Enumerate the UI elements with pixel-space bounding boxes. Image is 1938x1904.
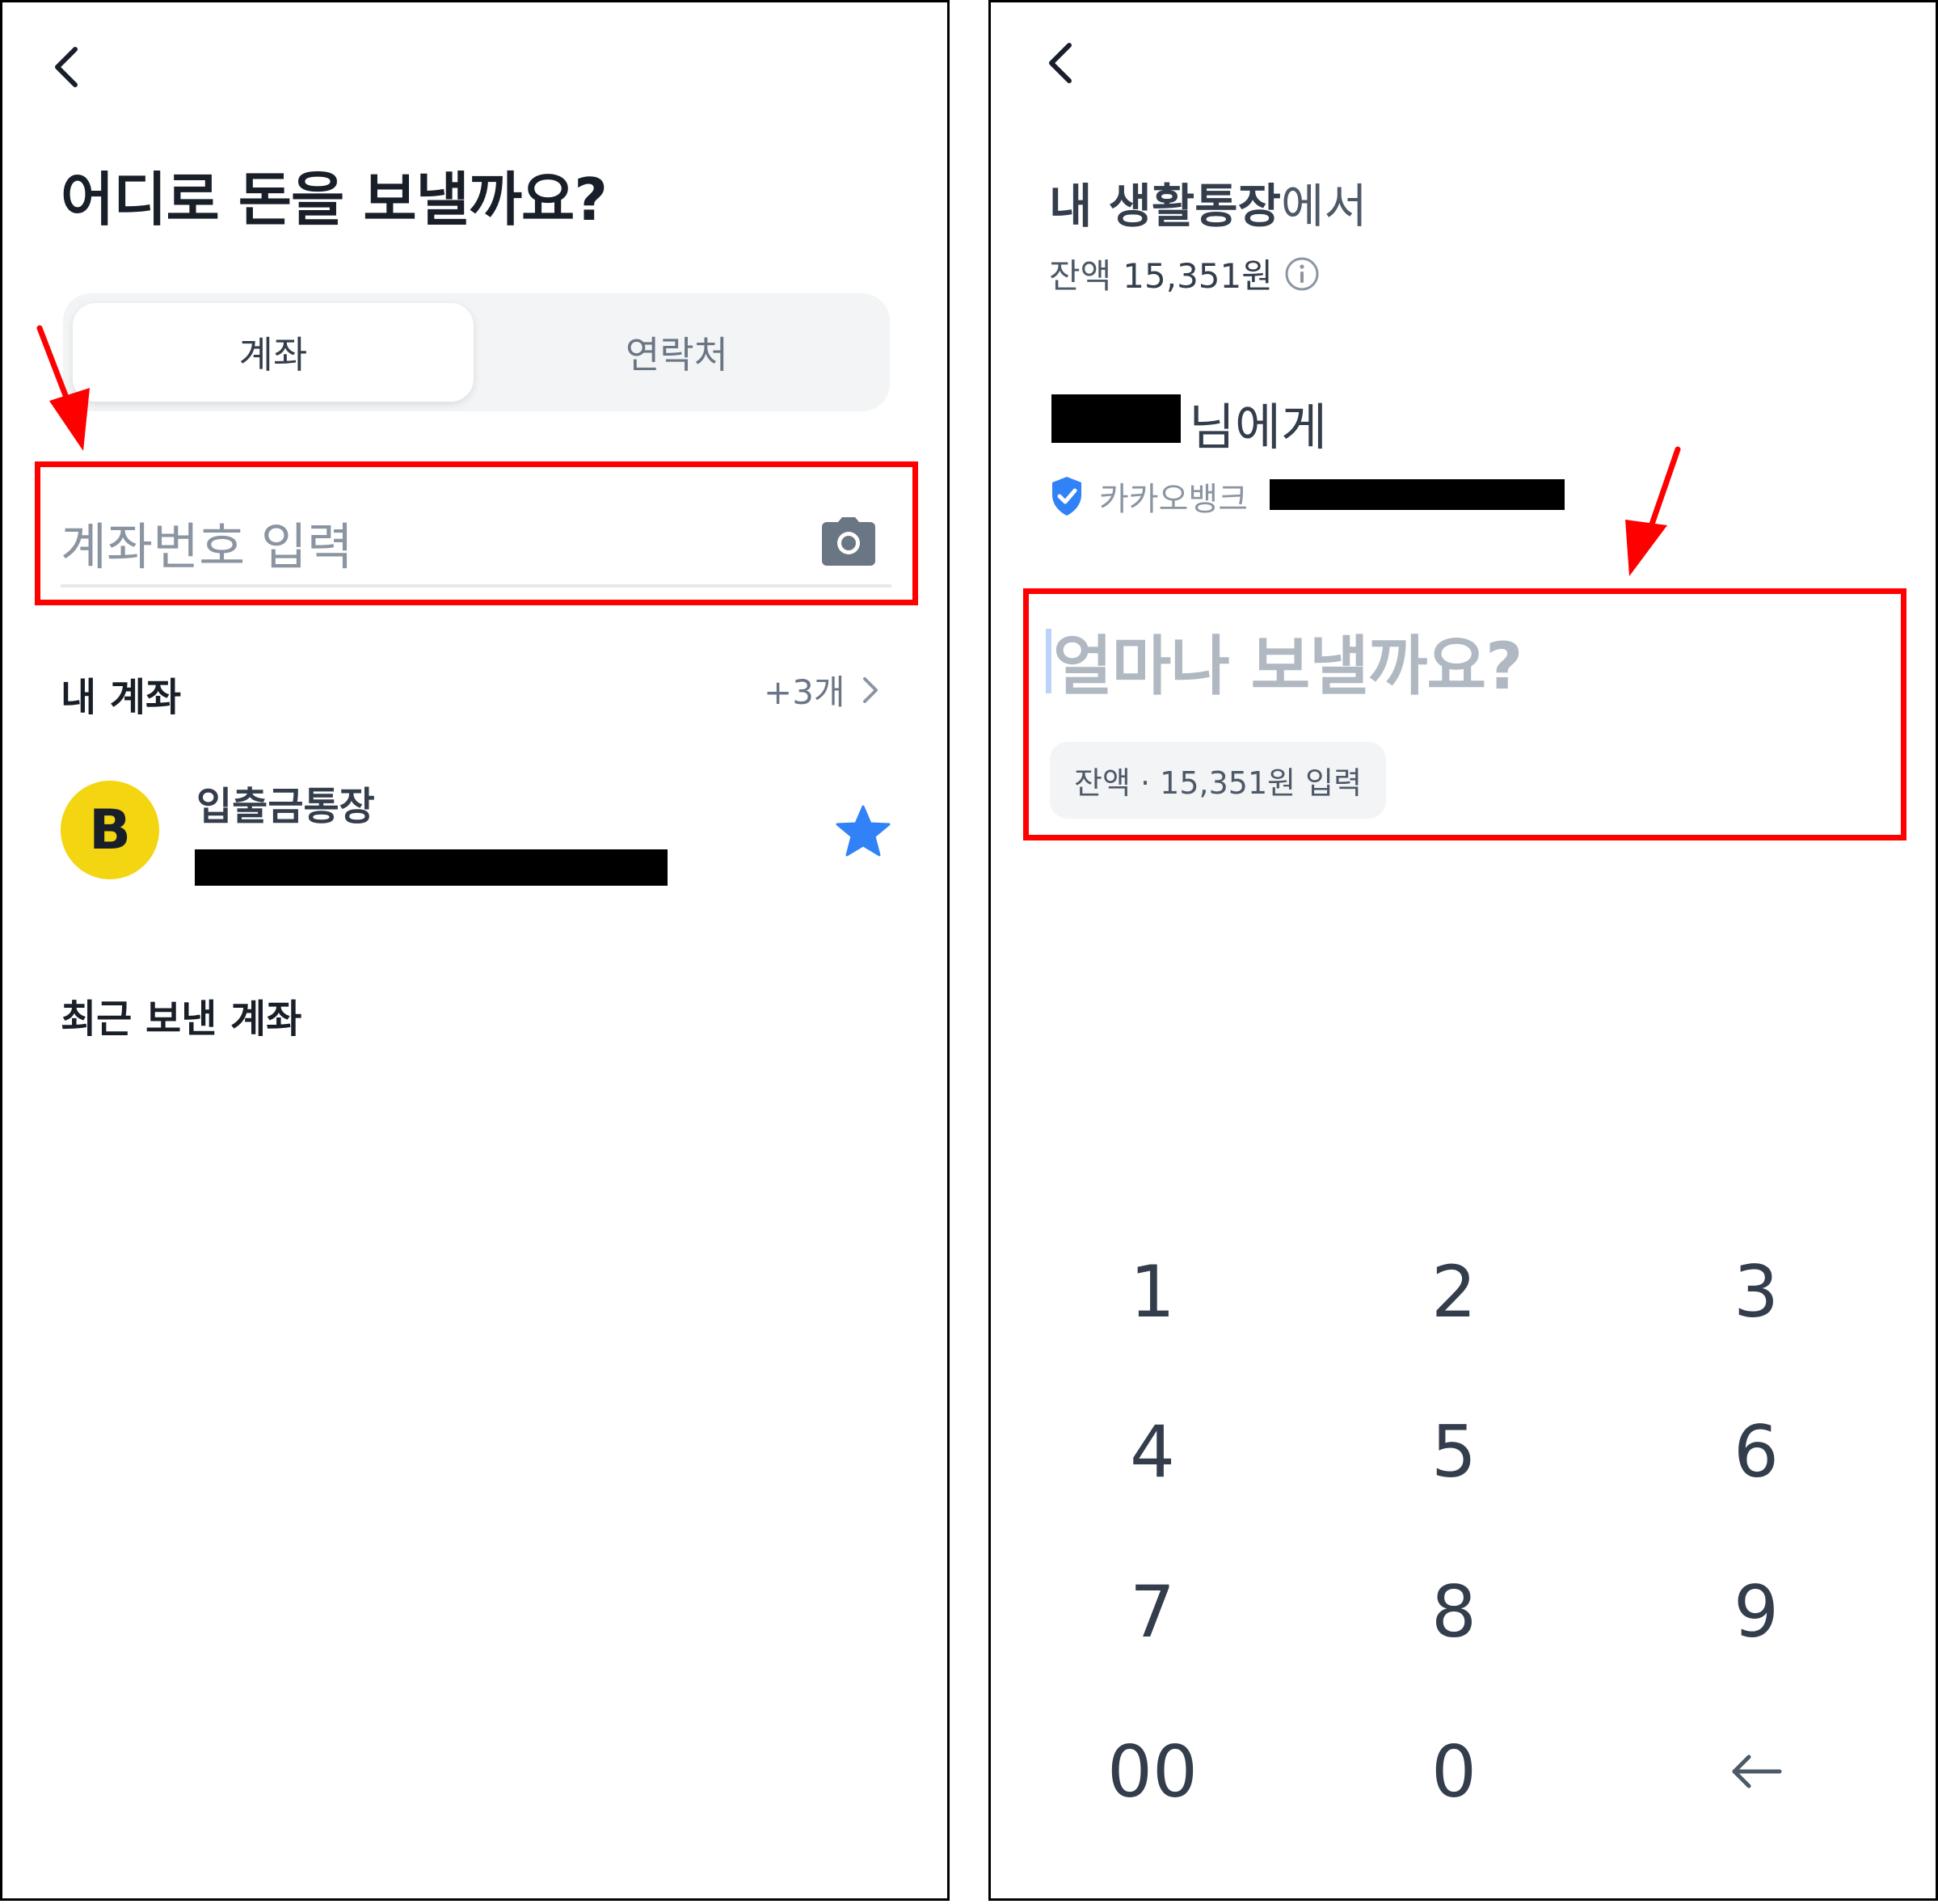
recipient-suffix: 님에게	[1189, 398, 1328, 457]
redacted-account-number	[195, 849, 668, 886]
my-accounts-title: 내 계좌	[61, 675, 182, 720]
red-arrow-icon	[1625, 446, 1681, 576]
key-1[interactable]: 1	[1047, 1231, 1258, 1352]
page-title: 어디로 돈을 보낼까요?	[61, 166, 608, 234]
backspace-arrow-icon	[1732, 1754, 1782, 1788]
chevron-left-icon	[55, 47, 78, 87]
back-button[interactable]	[1035, 31, 1084, 95]
more-accounts-count: +3개	[764, 672, 845, 712]
from-account-name: 내 생활통장	[1049, 179, 1281, 234]
tab-account[interactable]: 계좌	[73, 303, 474, 402]
verified-shield-icon	[1052, 477, 1081, 516]
red-arrow-icon	[36, 325, 90, 451]
back-button[interactable]	[41, 35, 90, 99]
balance-amount: 15,351원	[1123, 256, 1273, 296]
key-7[interactable]: 7	[1047, 1551, 1258, 1672]
highlight-box	[1023, 588, 1906, 840]
more-accounts-link[interactable]: +3개	[764, 665, 881, 714]
tab-contacts[interactable]: 연락처	[474, 303, 880, 402]
from-account-suffix: 에서	[1281, 179, 1367, 234]
chevron-right-icon	[862, 676, 878, 703]
key-0[interactable]: 0	[1349, 1711, 1559, 1832]
key-8[interactable]: 8	[1349, 1551, 1559, 1672]
recipient-bank-line: 카카오뱅크	[1049, 473, 1248, 520]
key-2[interactable]: 2	[1349, 1231, 1559, 1352]
key-00[interactable]: 00	[1047, 1711, 1258, 1832]
balance-label: 잔액	[1049, 256, 1112, 296]
account-name: 입출금통장	[196, 784, 375, 829]
key-5[interactable]: 5	[1349, 1391, 1559, 1512]
backspace-key[interactable]	[1651, 1711, 1861, 1832]
recent-accounts-title: 최근 보낸 계좌	[61, 996, 302, 1042]
key-3[interactable]: 3	[1651, 1231, 1861, 1352]
chevron-left-icon	[1049, 43, 1072, 83]
bank-logo: B	[61, 781, 159, 879]
favorite-star-icon[interactable]	[835, 804, 891, 857]
recipient-bank-name: 카카오뱅크	[1099, 481, 1248, 518]
key-9[interactable]: 9	[1651, 1551, 1861, 1672]
segmented-control: 계좌 연락처	[63, 293, 890, 411]
right-screen: 내 생활통장에서 잔액 15,351원 님에게 카카오뱅크 얼마나 보낼까요? …	[988, 0, 1938, 1901]
left-screen: 어디로 돈을 보낼까요? 계좌 연락처 계좌번호 입력 내 계좌 +3개 B 입…	[0, 0, 950, 1901]
from-account-title: 내 생활통장에서	[1049, 168, 1367, 236]
key-4[interactable]: 4	[1047, 1391, 1258, 1512]
redacted-recipient-account	[1270, 479, 1565, 510]
redacted-recipient-name	[1051, 394, 1181, 443]
balance-line: 잔액 15,351원	[1049, 249, 1320, 298]
highlight-box	[35, 461, 918, 605]
info-icon[interactable]	[1284, 256, 1320, 292]
key-6[interactable]: 6	[1651, 1391, 1861, 1512]
